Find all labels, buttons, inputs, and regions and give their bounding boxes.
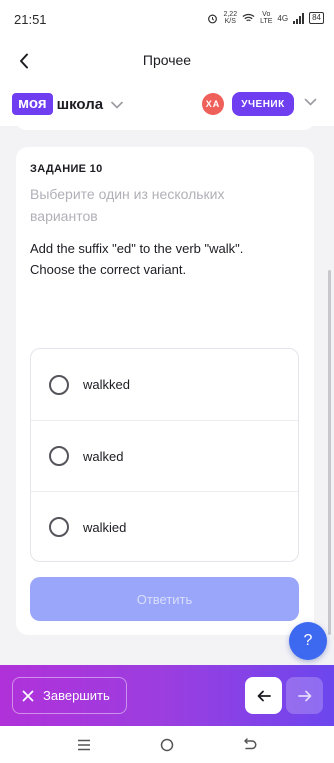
logo-part2: школа: [56, 95, 104, 113]
answer-option[interactable]: walked: [31, 420, 298, 491]
answer-options: walkked walked walkied: [30, 348, 299, 562]
answer-option-label: walked: [83, 448, 124, 464]
previous-task-button[interactable]: [245, 677, 282, 714]
role-badge[interactable]: УЧЕНИК: [232, 92, 294, 116]
system-navigation-bar: [0, 726, 334, 763]
answer-option-label: walkked: [83, 377, 130, 392]
submit-button[interactable]: Ответить: [30, 577, 299, 621]
answer-option-label: walkied: [83, 519, 127, 535]
task-question: Add the suffix "ed" to the verb "walk". …: [30, 241, 244, 277]
finish-label: Завершить: [43, 688, 110, 703]
answer-option[interactable]: walkied: [31, 491, 298, 561]
alarm-icon: [208, 14, 218, 23]
status-time: 21:51: [14, 12, 47, 27]
radio-button[interactable]: [49, 374, 69, 395]
back-icon[interactable]: [240, 735, 260, 755]
arrow-right-icon: [297, 690, 311, 701]
radio-button[interactable]: [49, 517, 69, 537]
radio-button[interactable]: [49, 446, 69, 466]
task-number: ЗАДАНИЕ 10: [30, 163, 103, 175]
logo-part1: моя: [12, 93, 53, 115]
signal-icon: [293, 12, 305, 24]
page-title: Прочее: [142, 52, 192, 68]
status-icons: 2,22 K/S Vo LTE 4G 84: [207, 11, 324, 25]
help-button[interactable]: ?: [289, 622, 327, 660]
status-bar: 21:51 2,22 K/S Vo LTE 4G 84: [0, 0, 334, 40]
task-hint: Выберите один из нескольких вариантов: [30, 186, 225, 224]
previous-card-edge: [16, 120, 314, 130]
chevron-down-icon: [111, 101, 123, 109]
network-speed: 2,22 K/S: [223, 11, 238, 25]
app-header: Прочее: [0, 40, 334, 82]
avatar[interactable]: ХА: [202, 93, 224, 115]
wifi-icon: [242, 13, 255, 22]
close-icon: [22, 690, 34, 702]
battery-indicator: 84: [309, 12, 324, 24]
network-type: 4G: [277, 13, 289, 23]
finish-button[interactable]: Завершить: [12, 677, 127, 714]
home-icon[interactable]: [157, 735, 177, 755]
arrow-left-icon: [257, 690, 271, 701]
scrollbar[interactable]: [328, 270, 331, 635]
logo[interactable]: моя школа: [12, 93, 123, 115]
volte-indicator: Vo LTE: [260, 11, 273, 25]
next-task-button[interactable]: [286, 677, 323, 714]
chevron-down-icon[interactable]: [304, 98, 317, 106]
menu-icon[interactable]: [74, 735, 94, 755]
answer-option[interactable]: walkked: [31, 349, 298, 420]
